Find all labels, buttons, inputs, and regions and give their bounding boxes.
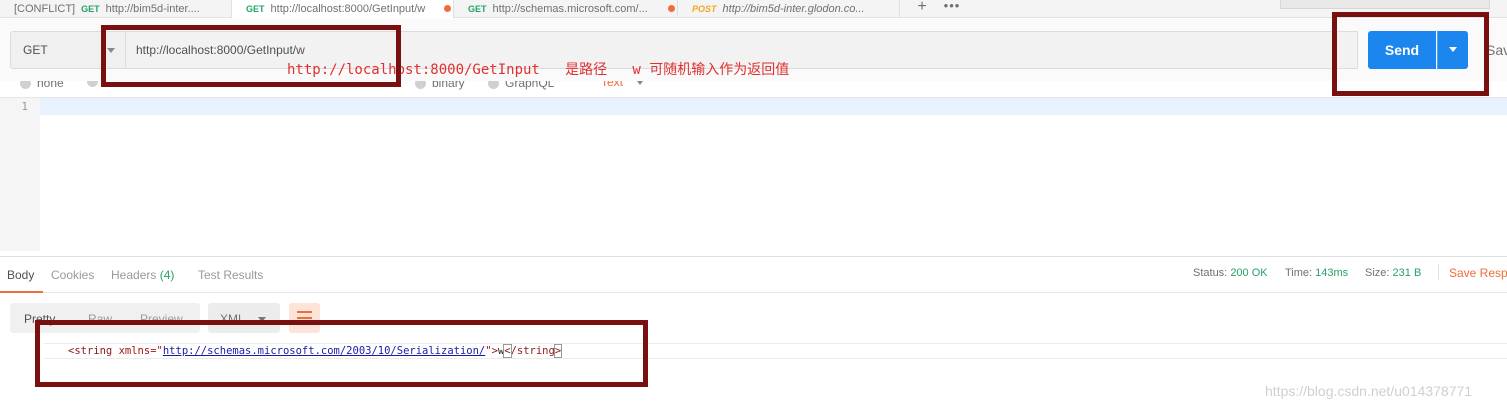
wrap-lines-icon: [297, 317, 312, 319]
time-readout: Time: 143ms: [1285, 267, 1348, 279]
time-label: Time:: [1285, 267, 1313, 279]
tab-post-request[interactable]: POST http://bim5d-inter.glodon.co...: [678, 0, 900, 18]
tab-method: GET: [246, 4, 265, 14]
status-value: 200 OK: [1230, 267, 1268, 279]
tab-cookies[interactable]: Cookies: [51, 268, 94, 282]
annotation-box-send: [1332, 12, 1489, 96]
headers-count: (4): [159, 268, 175, 282]
size-label: Size:: [1365, 267, 1390, 279]
tab-url: http://localhost:8000/GetInput/w: [270, 3, 426, 15]
status-label: Status:: [1193, 267, 1228, 279]
annotation-box-url: [101, 25, 401, 87]
tab-method: GET: [81, 4, 100, 14]
tab-url: http://bim5d-inter.glodon.co...: [722, 3, 865, 15]
unsaved-dot-icon: [444, 5, 451, 12]
tab-headers-label: Headers: [111, 268, 157, 282]
active-line: [40, 98, 1507, 115]
size-readout: Size: 231 B: [1365, 267, 1421, 279]
time-value: 143ms: [1315, 267, 1349, 279]
watermark: https://blog.csdn.net/u014378771: [1265, 383, 1473, 399]
tab-method: GET: [468, 4, 487, 14]
tab-schemas-request[interactable]: GET http://schemas.microsoft.com/...: [454, 0, 678, 18]
size-value: 231 B: [1392, 267, 1422, 279]
unsaved-dot-icon: [668, 5, 675, 12]
tab-getinput-request[interactable]: GET http://localhost:8000/GetInput/w: [232, 0, 454, 18]
tab-conflict-request[interactable]: [CONFLICT] GET http://bim5d-inter....: [0, 0, 232, 18]
method-label: GET: [23, 43, 48, 57]
save-response-button[interactable]: Save Resp: [1449, 266, 1507, 280]
request-tab-bar: [CONFLICT] GET http://bim5d-inter.... GE…: [0, 0, 1507, 18]
tab-test-results[interactable]: Test Results: [198, 268, 263, 282]
request-body-editor[interactable]: 1: [0, 97, 1507, 251]
tab-prefix: [CONFLICT]: [14, 3, 76, 15]
tab-headers[interactable]: Headers (4): [111, 268, 174, 282]
tab-url: http://bim5d-inter....: [105, 3, 200, 15]
response-tab-bar: Body Cookies Headers (4) Test Results St…: [0, 256, 1507, 293]
line-number: 1: [21, 100, 28, 113]
active-tab-underline: [0, 291, 43, 293]
postman-window: [CONFLICT] GET http://bim5d-inter.... GE…: [0, 0, 1507, 410]
status-readout: Status: 200 OK: [1193, 267, 1268, 279]
environment-selector[interactable]: [1280, 0, 1490, 9]
line-gutter: 1: [0, 98, 40, 251]
save-button[interactable]: Sav: [1486, 42, 1507, 58]
tab-url: http://schemas.microsoft.com/...: [492, 3, 648, 15]
add-tab-icon[interactable]: +: [912, 0, 932, 18]
divider: [1438, 264, 1439, 280]
annotation-box-response: [35, 320, 648, 387]
wrap-lines-icon: [297, 311, 312, 313]
tab-body[interactable]: Body: [7, 268, 34, 282]
more-tabs-icon[interactable]: •••: [942, 0, 962, 18]
chevron-down-icon: [637, 80, 644, 85]
tab-method: POST: [692, 4, 717, 14]
